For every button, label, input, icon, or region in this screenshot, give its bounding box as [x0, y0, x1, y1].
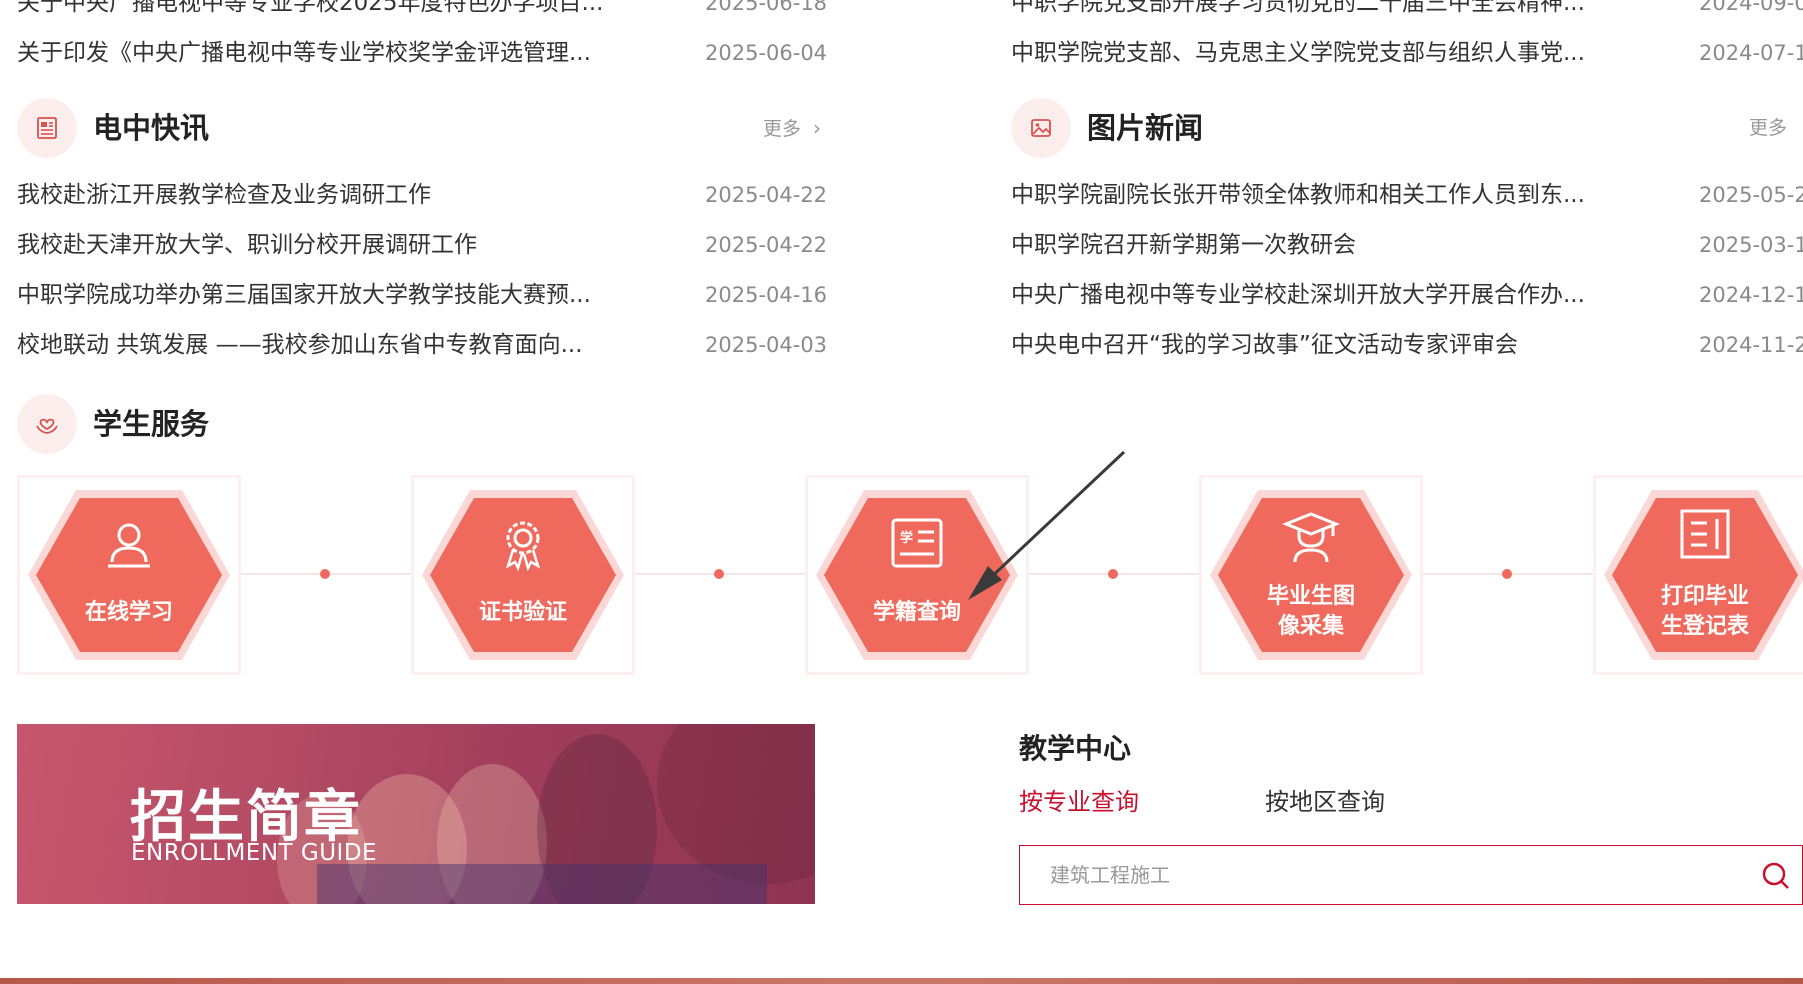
news-title[interactable]: 中央电中召开“我的学习故事”征文活动专家评审会: [1011, 320, 1518, 370]
search-box: [1019, 845, 1803, 905]
service-label: 毕业生图 像采集: [1266, 584, 1355, 639]
service-certificate-verify[interactable]: 证书验证: [411, 475, 635, 675]
section-title: 学生服务: [93, 407, 210, 441]
news-title[interactable]: 中职学院副院长张开带领全体教师和相关工作人员到东...: [1011, 170, 1585, 220]
graduate-cap-icon: [1202, 506, 1420, 566]
hexagon-shape: [422, 490, 624, 660]
news-date: 2025-03-1: [1699, 233, 1803, 257]
connector-dot: [320, 569, 330, 579]
news-title[interactable]: 中职学院召开新学期第一次教研会: [1011, 220, 1356, 270]
news-title[interactable]: 我校赴天津开放大学、职训分校开展调研工作: [17, 220, 477, 270]
news-title[interactable]: 中职学院成功举办第三届国家开放大学教学技能大赛预...: [17, 270, 591, 320]
service-student-record-query[interactable]: 学 学籍查询: [805, 475, 1029, 675]
heart-hands-icon: [17, 394, 77, 454]
banner-photo-tree: [657, 724, 815, 884]
picture-icon: [1011, 98, 1071, 158]
news-title[interactable]: 校地联动 共筑发展 ——我校参加山东省中专教育面向...: [17, 320, 583, 370]
hexagon-shape: [816, 490, 1018, 660]
news-title[interactable]: 关于中央广播电视中等专业学校2025年度特色办学项目...: [17, 0, 603, 28]
news-title[interactable]: 关于印发《中央广播电视中等专业学校奖学金评选管理...: [17, 28, 591, 78]
teaching-center-title: 教学中心: [1019, 732, 1132, 765]
news-date: 2025-06-04: [705, 41, 828, 65]
service-label: 证书验证: [478, 600, 567, 625]
banner-uniform-band: [317, 864, 767, 904]
news-row[interactable]: 中职学院党支部开展学习贯彻党的二十届三中全会精神... 2024-09-0: [1011, 0, 1803, 28]
print-form-icon: [1596, 506, 1803, 562]
news-title[interactable]: 我校赴浙江开展教学检查及业务调研工作: [17, 170, 431, 220]
enrollment-guide-banner[interactable]: 招生简章 ENROLLMENT GUIDE: [17, 724, 815, 904]
more-label: 更多: [763, 118, 802, 140]
section-title: 电中快讯: [93, 111, 210, 145]
more-link[interactable]: 更多: [1749, 98, 1787, 158]
news-date: 2025-04-22: [705, 183, 828, 207]
connector-dot: [1108, 569, 1118, 579]
news-row[interactable]: 关于中央广播电视中等专业学校2025年度特色办学项目... 2025-06-18: [17, 0, 827, 28]
footer-strip: [0, 978, 1803, 984]
news-row[interactable]: 关于印发《中央广播电视中等专业学校奖学金评选管理... 2025-06-04: [17, 28, 827, 78]
news-date: 2025-06-18: [705, 0, 828, 15]
news-date: 2025-04-16: [705, 283, 828, 307]
news-row[interactable]: 校地联动 共筑发展 ——我校参加山东省中专教育面向... 2025-04-03: [17, 320, 827, 370]
student-record-icon: 学: [808, 516, 1026, 572]
more-label: 更多: [1749, 117, 1788, 139]
service-label: 打印毕业 生登记表: [1660, 584, 1749, 639]
search-icon[interactable]: [1760, 860, 1792, 892]
more-link[interactable]: 更多 ›: [763, 98, 821, 159]
newspaper-icon: [17, 98, 77, 158]
news-row[interactable]: 中职学院成功举办第三届国家开放大学教学技能大赛预... 2025-04-16: [17, 270, 827, 320]
news-title[interactable]: 中职学院党支部开展学习贯彻党的二十届三中全会精神...: [1011, 0, 1585, 28]
chevron-right-icon: ›: [813, 116, 822, 140]
svg-text:学: 学: [900, 530, 913, 546]
service-online-learning[interactable]: 在线学习: [17, 475, 241, 675]
kuaixun-section: 电中快讯 更多 › 我校赴浙江开展教学检查及业务调研工作 2025-04-22 我…: [17, 98, 827, 358]
student-services-header: 学生服务: [17, 394, 823, 456]
news-row[interactable]: 我校赴天津开放大学、职训分校开展调研工作 2025-04-22: [17, 220, 827, 270]
connector-dot: [1502, 569, 1512, 579]
section-header: 电中快讯 更多 ›: [17, 98, 823, 160]
news-row[interactable]: 中职学院副院长张开带领全体教师和相关工作人员到东... 2025-05-2: [1011, 170, 1803, 220]
section-title: 图片新闻: [1087, 111, 1204, 145]
news-date: 2024-12-1: [1699, 283, 1803, 307]
news-date: 2025-04-22: [705, 233, 828, 257]
service-label: 学籍查询: [872, 600, 961, 625]
news-row[interactable]: 我校赴浙江开展教学检查及业务调研工作 2025-04-22: [17, 170, 827, 220]
news-date: 2025-05-2: [1699, 183, 1803, 207]
news-title[interactable]: 中央广播电视中等专业学校赴深圳开放大学开展合作办...: [1011, 270, 1585, 320]
news-row[interactable]: 中央电中召开“我的学习故事”征文活动专家评审会 2024-11-2: [1011, 320, 1803, 370]
photo-news-section: 图片新闻 更多 中职学院副院长张开带领全体教师和相关工作人员到东... 2025…: [1011, 98, 1803, 358]
banner-subtitle: ENROLLMENT GUIDE: [131, 840, 378, 866]
news-row[interactable]: 中职学院召开新学期第一次教研会 2025-03-1: [1011, 220, 1803, 270]
connector-dot: [714, 569, 724, 579]
news-row[interactable]: 中央广播电视中等专业学校赴深圳开放大学开展合作办... 2024-12-1: [1011, 270, 1803, 320]
certificate-icon: [414, 516, 632, 572]
news-title[interactable]: 中职学院党支部、马克思主义学院党支部与组织人事党...: [1011, 28, 1585, 78]
student-services-row: 在线学习 证书验证 学 学籍查询 毕业生图 像采集 打印毕业 生登记表: [17, 475, 1803, 675]
service-graduate-photo-collection[interactable]: 毕业生图 像采集: [1199, 475, 1423, 675]
section-header: 学生服务: [17, 394, 823, 456]
news-date: 2024-07-1: [1699, 41, 1803, 65]
service-label: 在线学习: [84, 600, 173, 625]
news-date: 2024-09-0: [1699, 0, 1803, 15]
tab-by-major[interactable]: 按专业查询: [1019, 782, 1139, 822]
search-input[interactable]: [1050, 846, 1730, 904]
hexagon-shape: [28, 490, 230, 660]
news-date: 2024-11-2: [1699, 333, 1803, 357]
tab-by-region[interactable]: 按地区查询: [1265, 782, 1385, 822]
service-print-graduate-form[interactable]: 打印毕业 生登记表: [1593, 475, 1803, 675]
news-row[interactable]: 中职学院党支部、马克思主义学院党支部与组织人事党... 2024-07-1: [1011, 28, 1803, 78]
user-icon: [20, 516, 238, 572]
news-date: 2025-04-03: [705, 333, 828, 357]
section-header: 图片新闻 更多: [1011, 98, 1803, 160]
